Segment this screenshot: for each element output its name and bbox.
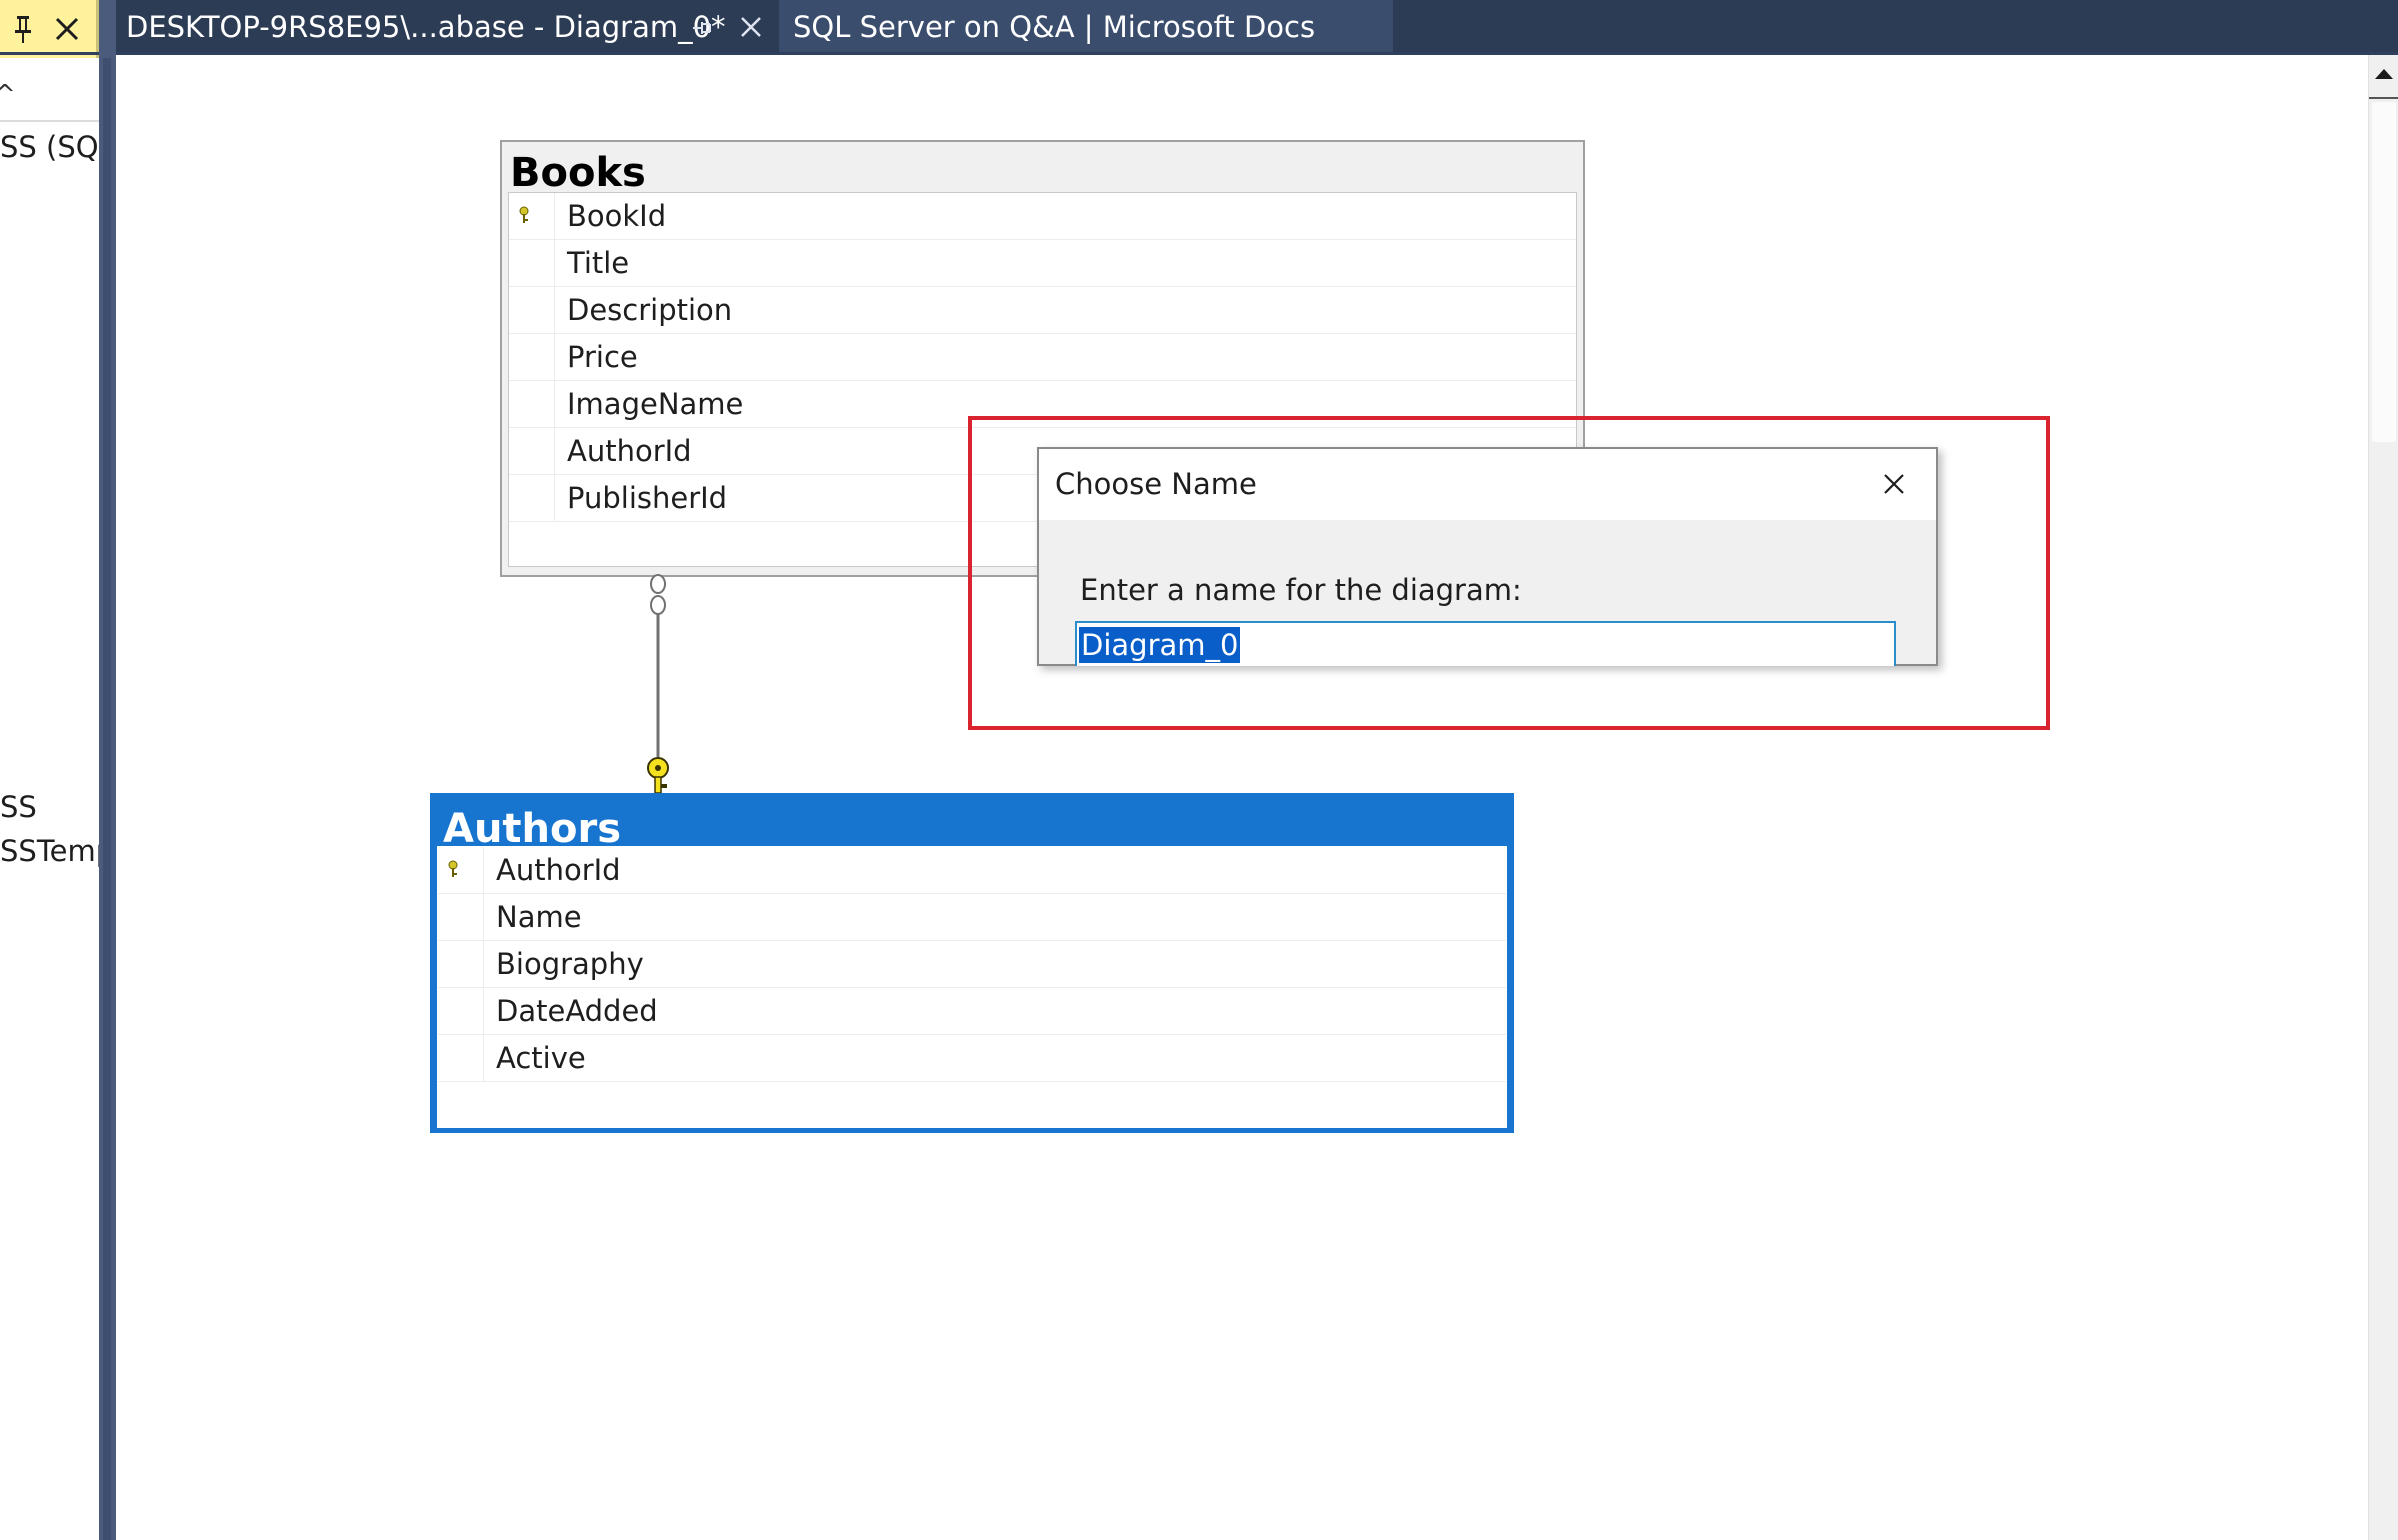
explorer-item-sstemp[interactable]: SSTemp xyxy=(0,834,99,868)
column-name: Biography xyxy=(496,947,644,981)
column-name: DateAdded xyxy=(496,994,658,1028)
column-name: PublisherId xyxy=(567,481,728,515)
explorer-toolbar: ^ xyxy=(0,58,99,122)
choose-name-dialog[interactable]: Choose Name Enter a name for the diagram… xyxy=(1037,447,1938,666)
column-name: AuthorId xyxy=(567,434,692,468)
object-explorer-panel: ^ SS (SQL SS SSTemp xyxy=(0,58,99,1540)
tab-microsoft-docs[interactable]: SQL Server on Q&A | Microsoft Docs xyxy=(779,0,1393,54)
column-name: Active xyxy=(496,1041,586,1075)
diagram-name-input-value: Diagram_0 xyxy=(1079,627,1241,663)
authors-columns-grid: AuthorId Name Biography DateAdded Active xyxy=(437,846,1507,1128)
panel-splitter-grip xyxy=(103,58,111,1540)
table-row[interactable]: AuthorId xyxy=(438,847,1506,894)
scrollbar-thumb[interactable] xyxy=(2372,102,2396,442)
dialog-title: Choose Name xyxy=(1055,467,1257,501)
scroll-up-arrow-icon[interactable] xyxy=(2375,69,2393,79)
tab-diagram-label: DESKTOP-9RS8E95\...abase - Diagram_0* xyxy=(126,10,726,44)
close-icon[interactable] xyxy=(1879,469,1909,499)
tab-close-icon[interactable] xyxy=(738,14,764,40)
primary-key-icon xyxy=(519,206,529,223)
table-row[interactable]: Title xyxy=(509,240,1576,287)
primary-key-icon xyxy=(448,860,458,877)
authors-table[interactable]: Authors AuthorId Name Biography DateAdde… xyxy=(430,793,1514,1133)
close-icon[interactable] xyxy=(54,16,80,42)
scrollbar-divider xyxy=(2369,97,2398,99)
tab-diagram[interactable]: DESKTOP-9RS8E95\...abase - Diagram_0* xyxy=(110,0,778,54)
relationship-key-icon xyxy=(647,757,669,794)
table-row[interactable]: Description xyxy=(509,287,1576,334)
diagram-name-label: Enter a name for the diagram: xyxy=(1080,573,1522,607)
column-name: Price xyxy=(567,340,638,374)
table-row[interactable]: DateAdded xyxy=(438,988,1506,1035)
explorer-item-ss[interactable]: SS xyxy=(0,790,37,824)
expand-caret-icon[interactable]: ^ xyxy=(0,80,16,110)
books-table-title: Books xyxy=(510,150,646,196)
explorer-item-server[interactable]: SS (SQL xyxy=(0,130,99,164)
ssms-window: DESKTOP-9RS8E95\...abase - Diagram_0* SQ… xyxy=(0,0,2398,1540)
vertical-scrollbar[interactable] xyxy=(2368,55,2398,1540)
table-row[interactable]: Name xyxy=(438,894,1506,941)
tool-window-pin-area xyxy=(0,0,99,58)
column-name: Description xyxy=(567,293,733,327)
column-name: ImageName xyxy=(567,387,744,421)
column-name: Name xyxy=(496,900,582,934)
pin-icon[interactable] xyxy=(12,14,34,44)
column-name: Title xyxy=(567,246,630,280)
table-row[interactable]: Active xyxy=(438,1035,1506,1082)
table-row[interactable]: Biography xyxy=(438,941,1506,988)
column-name: AuthorId xyxy=(496,853,621,887)
column-name: BookId xyxy=(567,199,667,233)
table-row[interactable]: BookId xyxy=(509,193,1576,240)
tab-pin-icon[interactable] xyxy=(690,16,714,40)
relationship-line[interactable] xyxy=(620,570,700,800)
table-row[interactable]: Price xyxy=(509,334,1576,381)
diagram-name-input[interactable]: Diagram_0 xyxy=(1075,621,1896,666)
dialog-titlebar[interactable]: Choose Name xyxy=(1039,449,1936,520)
tab-microsoft-docs-label: SQL Server on Q&A | Microsoft Docs xyxy=(793,10,1316,44)
